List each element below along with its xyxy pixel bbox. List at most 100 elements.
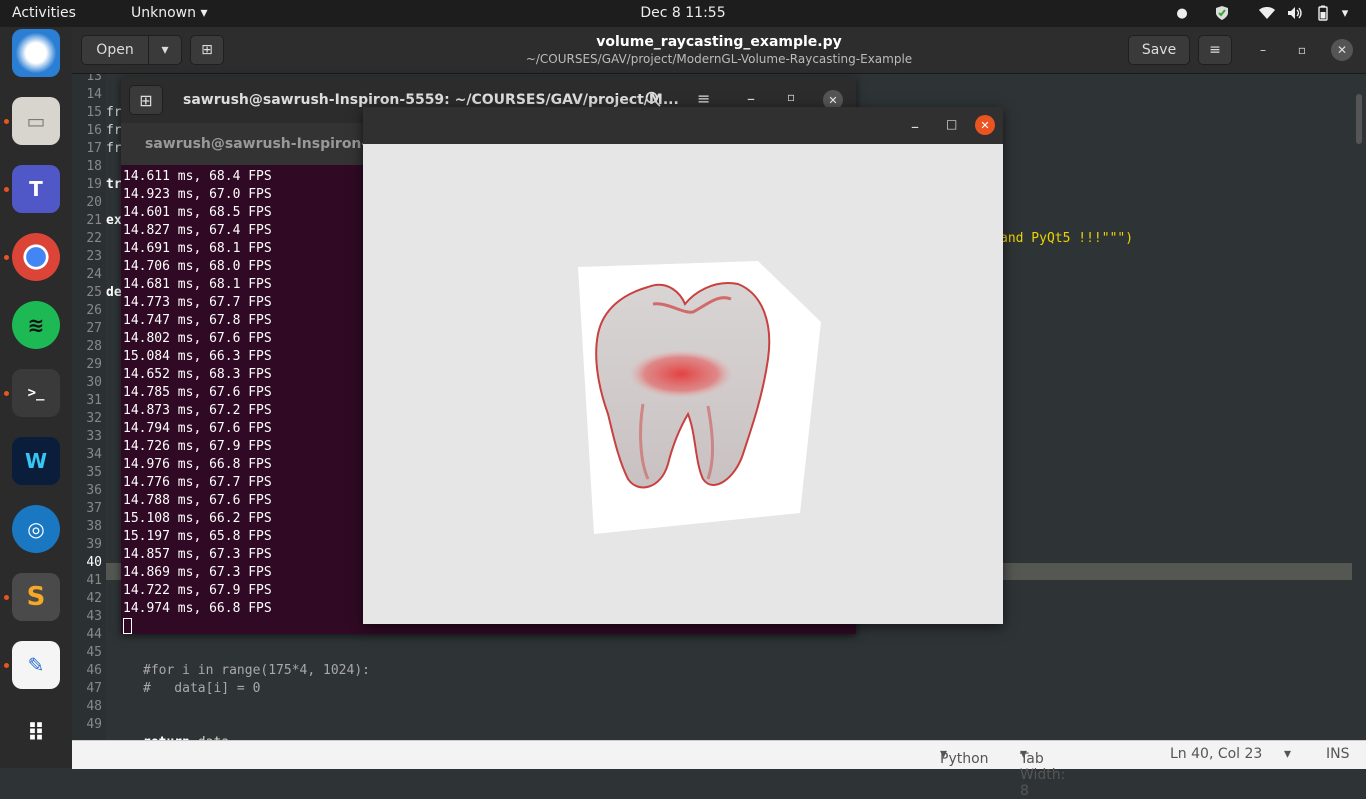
running-indicator xyxy=(4,187,9,192)
terminal-output-line: 14.974 ms, 66.8 FPS xyxy=(123,601,272,616)
terminal-output-line: 14.873 ms, 67.2 FPS xyxy=(123,403,272,418)
top-bar: Activities Unknown ▾ Dec 8 11:55 ● ▾ xyxy=(0,0,1366,27)
terminal-output-line: 15.197 ms, 65.8 FPS xyxy=(123,529,272,544)
vertical-scrollbar[interactable] xyxy=(1356,94,1362,144)
wifi-icon[interactable] xyxy=(1258,4,1276,22)
code-comment-line: #for i in range(175*4, 1024): xyxy=(143,663,370,678)
volume-render-canvas[interactable] xyxy=(363,144,1003,624)
webex-icon[interactable]: W xyxy=(12,437,60,485)
save-button[interactable]: Save xyxy=(1128,35,1190,65)
tab-width-label: Tab Width: 8 xyxy=(1020,751,1066,799)
terminal-output-line: 14.976 ms, 66.8 FPS xyxy=(123,457,272,472)
line-number: 15 xyxy=(86,105,102,120)
chrome-icon[interactable] xyxy=(12,233,60,281)
minimize-icon[interactable]: – xyxy=(1252,39,1274,61)
sublime-text-icon[interactable]: S xyxy=(12,573,60,621)
line-number: 13 xyxy=(86,74,102,84)
line-number: 30 xyxy=(86,375,102,390)
webex-meetings-icon[interactable]: ◎ xyxy=(12,505,60,553)
shield-icon[interactable] xyxy=(1213,4,1231,22)
code-fragment: fr xyxy=(106,123,122,138)
running-indicator xyxy=(4,663,9,668)
hamburger-menu-icon[interactable]: ≡ xyxy=(1198,35,1232,65)
terminal-output-line: 14.776 ms, 67.7 FPS xyxy=(123,475,272,490)
new-tab-icon[interactable]: ⊞ xyxy=(129,85,163,115)
terminal-title: sawrush@sawrush-Inspiron-5559: ~/COURSES… xyxy=(183,92,679,108)
terminal-output-line: 14.691 ms, 68.1 FPS xyxy=(123,241,272,256)
cursor-position[interactable]: Ln 40, Col 23 xyxy=(1170,746,1262,762)
terminal-output-line: 14.794 ms, 67.6 FPS xyxy=(123,421,272,436)
volume-icon[interactable] xyxy=(1286,4,1304,22)
line-number: 21 xyxy=(86,213,102,228)
terminal-output-line: 15.084 ms, 66.3 FPS xyxy=(123,349,272,364)
pulp-chamber xyxy=(629,350,733,398)
hamburger-menu-icon[interactable]: ≡ xyxy=(697,89,710,108)
line-number: 37 xyxy=(86,501,102,516)
activities-button[interactable]: Activities xyxy=(12,5,76,21)
terminal-output-line: 14.869 ms, 67.3 FPS xyxy=(123,565,272,580)
position-chevron-icon[interactable]: ▾ xyxy=(1284,746,1291,762)
app-menu-label: Unknown xyxy=(131,5,196,21)
close-icon[interactable]: ✕ xyxy=(975,115,995,135)
terminal-output-line: 14.601 ms, 68.5 FPS xyxy=(123,205,272,220)
line-number: 47 xyxy=(86,681,102,696)
line-number: 29 xyxy=(86,357,102,372)
line-number: 16 xyxy=(86,123,102,138)
running-indicator xyxy=(4,595,9,600)
minimize-icon[interactable]: – xyxy=(747,89,755,108)
teams-icon[interactable]: T xyxy=(12,165,60,213)
line-number: 38 xyxy=(86,519,102,534)
power-menu-icon[interactable]: ▾ xyxy=(1336,4,1354,22)
minimize-icon[interactable]: – xyxy=(911,117,919,136)
maximize-icon[interactable]: ▫ xyxy=(1291,39,1313,61)
show-apps-icon[interactable]: ⠿ xyxy=(12,709,60,757)
running-indicator xyxy=(4,119,9,124)
line-number: 48 xyxy=(86,699,102,714)
render-window: – □ ✕ xyxy=(363,107,1003,624)
terminal-output-line: 14.827 ms, 67.4 FPS xyxy=(123,223,272,238)
terminal-output-line: 14.785 ms, 67.6 FPS xyxy=(123,385,272,400)
code-fragment: de xyxy=(106,285,122,300)
files-icon[interactable]: ▭ xyxy=(12,97,60,145)
terminal-output-line: 14.802 ms, 67.6 FPS xyxy=(123,331,272,346)
render-window-titlebar: – □ ✕ xyxy=(363,107,1003,144)
terminal-icon[interactable]: >_ xyxy=(12,369,60,417)
gedit-header-bar: Open ▾ ⊞ volume_raycasting_example.py ~/… xyxy=(72,27,1366,74)
status-bar: Python ▾ Tab Width: 8 ▾ Ln 40, Col 23 ▾ … xyxy=(72,740,1366,799)
line-number: 35 xyxy=(86,465,102,480)
notification-icon[interactable]: ● xyxy=(1173,4,1191,22)
app-menu[interactable]: Unknown ▾ xyxy=(131,5,207,21)
terminal-output-line: 14.857 ms, 67.3 FPS xyxy=(123,547,272,562)
code-comment-line: # data[i] = 0 xyxy=(143,681,261,696)
line-number: 20 xyxy=(86,195,102,210)
line-number: 45 xyxy=(86,645,102,660)
line-number: 42 xyxy=(86,591,102,606)
line-number: 17 xyxy=(86,141,102,156)
terminal-output-line: 14.923 ms, 67.0 FPS xyxy=(123,187,272,202)
battery-icon[interactable] xyxy=(1314,4,1332,22)
language-label: Python xyxy=(940,751,989,767)
dock: ✉ ▭ T ≋ >_ W ◎ S ✎ ⠿ xyxy=(0,27,72,768)
close-icon[interactable]: ✕ xyxy=(1331,39,1353,61)
terminal-output-line: 14.611 ms, 68.4 FPS xyxy=(123,169,272,184)
maximize-icon[interactable]: □ xyxy=(946,117,957,131)
line-number: 18 xyxy=(86,159,102,174)
maximize-icon[interactable]: ▫ xyxy=(787,90,795,104)
spotify-icon[interactable]: ≋ xyxy=(12,301,60,349)
tab-width-selector[interactable]: Tab Width: 8 ▾ xyxy=(1020,746,1065,799)
line-number: 33 xyxy=(86,429,102,444)
line-number: 46 xyxy=(86,663,102,678)
terminal-output-line: 14.747 ms, 67.8 FPS xyxy=(123,313,272,328)
line-number: 27 xyxy=(86,321,102,336)
line-number: 32 xyxy=(86,411,102,426)
text-editor-icon[interactable]: ✎ xyxy=(12,641,60,689)
terminal-output-line: 14.773 ms, 67.7 FPS xyxy=(123,295,272,310)
terminal-output-line: 14.726 ms, 67.9 FPS xyxy=(123,439,272,454)
line-number: 28 xyxy=(86,339,102,354)
thunderbird-icon[interactable]: ✉ xyxy=(12,29,60,77)
language-selector[interactable]: Python ▾ xyxy=(940,746,989,767)
code-fragment: ex xyxy=(106,213,122,228)
code-fragment: tr xyxy=(106,177,122,192)
code-fragment: fr xyxy=(106,105,122,120)
code-fragment: fr xyxy=(106,141,122,156)
